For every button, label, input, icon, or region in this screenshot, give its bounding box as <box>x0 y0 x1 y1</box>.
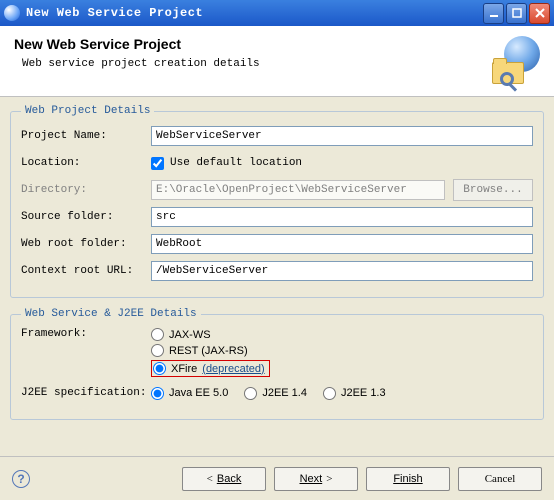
directory-label: Directory: <box>21 184 151 196</box>
framework-jaxws-radio[interactable] <box>151 328 164 341</box>
close-button[interactable] <box>529 3 550 24</box>
javaee5-radio[interactable] <box>151 387 164 400</box>
maximize-button[interactable] <box>506 3 527 24</box>
wizard-footer: ? < Back Next > Finish Cancel <box>0 456 554 500</box>
framework-rest-radio[interactable] <box>151 344 164 357</box>
window-title: New Web Service Project <box>26 6 483 20</box>
j2ee14-radio[interactable] <box>244 387 257 400</box>
framework-xfire-radio[interactable] <box>153 362 166 375</box>
framework-xfire-highlight: XFire (deprecated) <box>151 360 270 377</box>
group-legend: Web Service & J2EE Details <box>21 308 201 320</box>
j2ee13-radio[interactable] <box>323 387 336 400</box>
framework-jaxws-label: JAX-WS <box>169 329 211 341</box>
title-bar: New Web Service Project <box>0 0 554 26</box>
javaee5-option[interactable]: Java EE 5.0 <box>151 387 228 400</box>
j2ee14-option[interactable]: J2EE 1.4 <box>244 387 307 400</box>
finish-button[interactable]: Finish <box>366 467 450 491</box>
location-label: Location: <box>21 157 151 169</box>
browse-button: Browse... <box>453 179 533 201</box>
group-legend: Web Project Details <box>21 105 154 117</box>
next-button[interactable]: Next > <box>274 467 358 491</box>
source-folder-label: Source folder: <box>21 211 151 223</box>
page-subtitle: Web service project creation details <box>22 58 492 70</box>
wizard-header: New Web Service Project Web service proj… <box>0 26 554 97</box>
j2ee-spec-label: J2EE specification: <box>21 387 151 399</box>
wizard-icon <box>492 36 540 84</box>
j2ee14-label: J2EE 1.4 <box>262 387 307 399</box>
framework-jaxws-option[interactable]: JAX-WS <box>151 328 270 341</box>
use-default-location-label: Use default location <box>170 157 302 169</box>
xfire-deprecated-link[interactable]: (deprecated) <box>202 363 264 375</box>
minimize-button[interactable] <box>483 3 504 24</box>
project-name-label: Project Name: <box>21 130 151 142</box>
framework-label: Framework: <box>21 328 151 340</box>
framework-rest-option[interactable]: REST (JAX-RS) <box>151 344 270 357</box>
web-project-details-group: Web Project Details Project Name: Locati… <box>10 105 544 298</box>
source-folder-input[interactable] <box>151 207 533 227</box>
framework-xfire-option[interactable]: XFire (deprecated) <box>153 362 265 375</box>
context-root-input[interactable] <box>151 261 533 281</box>
page-title: New Web Service Project <box>14 36 492 52</box>
framework-rest-label: REST (JAX-RS) <box>169 345 248 357</box>
window-buttons <box>483 3 550 24</box>
context-root-label: Context root URL: <box>21 265 151 277</box>
framework-xfire-label: XFire <box>171 363 197 375</box>
j2ee13-option[interactable]: J2EE 1.3 <box>323 387 386 400</box>
use-default-location-checkbox[interactable] <box>151 157 164 170</box>
help-button[interactable]: ? <box>12 470 30 488</box>
app-icon <box>4 5 20 21</box>
javaee5-label: Java EE 5.0 <box>169 387 228 399</box>
web-root-folder-input[interactable] <box>151 234 533 254</box>
back-button[interactable]: < Back <box>182 467 266 491</box>
web-service-j2ee-details-group: Web Service & J2EE Details Framework: JA… <box>10 308 544 420</box>
project-name-input[interactable] <box>151 126 533 146</box>
cancel-button[interactable]: Cancel <box>458 467 542 491</box>
directory-input <box>151 180 445 200</box>
j2ee13-label: J2EE 1.3 <box>341 387 386 399</box>
web-root-folder-label: Web root folder: <box>21 238 151 250</box>
